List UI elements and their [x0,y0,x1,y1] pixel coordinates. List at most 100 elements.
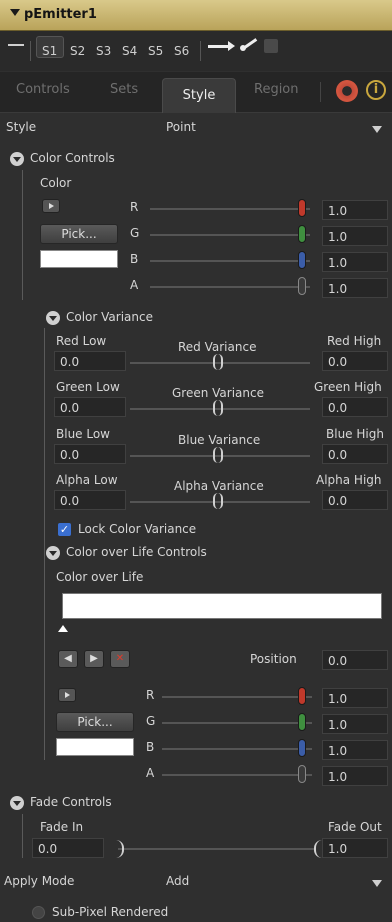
group-line [44,564,45,760]
red-low-input[interactable]: 0.0 [54,351,126,371]
collapse-icon[interactable] [10,796,24,810]
r-value-input[interactable]: 1.0 [322,200,388,220]
alpha-high-input[interactable]: 0.0 [322,490,388,510]
g-slider-knob[interactable] [298,713,306,731]
play-icon[interactable] [58,688,76,702]
green-variance-thumb[interactable] [213,400,223,416]
apply-mode-dropdown[interactable]: Add [166,874,189,888]
set-s3-button[interactable]: S3 [96,44,111,58]
separator [200,41,201,61]
blue-variance-thumb[interactable] [213,447,223,463]
a-value-input[interactable]: 1.0 [322,278,388,298]
fade-controls-header[interactable]: Fade Controls [30,795,112,809]
red-high-input[interactable]: 0.0 [322,351,388,371]
gear-icon[interactable] [336,80,358,102]
a-slider-track[interactable] [150,286,310,288]
a-value-input[interactable]: 1.0 [322,766,388,786]
tool-title: pEmitter1 [24,7,97,22]
tab-style[interactable]: Style [162,78,236,113]
color-over-life-header[interactable]: Color over Life Controls [66,545,207,559]
a-slider-knob[interactable] [298,277,306,295]
g-slider-track[interactable] [162,722,312,724]
green-low-label: Green Low [56,380,120,394]
previous-stop-button[interactable]: ◀ [58,650,78,668]
b-value-input[interactable]: 1.0 [322,740,388,760]
collapse-icon[interactable] [46,546,60,560]
blue-low-label: Blue Low [56,427,110,441]
channel-b-label: B [130,252,139,266]
group-line [22,814,23,858]
b-value-input[interactable]: 1.0 [322,252,388,272]
color-swatch[interactable] [56,738,134,756]
red-high-label: Red High [327,334,382,348]
pin-icon[interactable] [8,44,24,46]
dropdown-arrow-icon[interactable] [372,880,382,887]
position-input[interactable]: 0.0 [322,650,388,670]
a-slider-track[interactable] [162,774,312,776]
fade-in-input[interactable]: 0.0 [32,838,104,858]
green-low-input[interactable]: 0.0 [54,397,126,417]
set-s2-button[interactable]: S2 [70,44,85,58]
save-icon[interactable] [264,39,278,53]
red-variance-thumb[interactable] [213,354,223,370]
delete-stop-icon[interactable]: ✕ [110,650,130,668]
fade-out-input[interactable]: 1.0 [322,838,388,858]
set-s4-button[interactable]: S4 [122,44,137,58]
fade-out-handle[interactable] [314,840,322,858]
channel-b-label: B [146,740,155,754]
r-slider-knob[interactable] [298,199,306,217]
b-slider-track[interactable] [150,260,310,262]
collapse-icon[interactable] [10,152,24,166]
gradient-stop-marker[interactable] [58,625,68,632]
set-s5-button[interactable]: S5 [148,44,163,58]
b-slider-knob[interactable] [298,739,306,757]
r-slider-track[interactable] [150,208,310,210]
alpha-variance-thumb[interactable] [213,493,223,509]
green-high-input[interactable]: 0.0 [322,397,388,417]
channel-g-label: G [146,714,156,728]
dropdown-arrow-icon[interactable] [372,126,382,133]
blue-high-label: Blue High [326,427,384,441]
color-variance-header[interactable]: Color Variance [66,310,153,324]
blue-low-input[interactable]: 0.0 [54,444,126,464]
g-slider-track[interactable] [150,234,310,236]
gradient-bar[interactable] [62,593,382,619]
g-slider-knob[interactable] [298,225,306,243]
g-value-input[interactable]: 1.0 [322,226,388,246]
pick-button[interactable]: Pick... [40,224,118,244]
lock-variance-checkbox[interactable]: ✓ [58,523,71,536]
next-stop-button[interactable]: ▶ [84,650,104,668]
tab-region[interactable]: Region [254,82,299,97]
info-icon[interactable]: i [366,80,386,100]
subpixel-label: Sub-Pixel Rendered [52,905,169,919]
arrow-right-icon[interactable] [208,45,230,48]
b-slider-track[interactable] [162,748,312,750]
r-slider-track[interactable] [162,696,312,698]
group-line [22,170,23,300]
style-dropdown[interactable]: Point [166,120,196,134]
set-s1-button[interactable]: S1 [42,44,57,58]
collapse-triangle-icon[interactable] [10,9,20,16]
subpixel-checkbox[interactable] [32,906,45,919]
blue-high-input[interactable]: 0.0 [322,444,388,464]
tool-header[interactable]: pEmitter1 [0,0,392,31]
color-controls-header[interactable]: Color Controls [30,151,115,165]
tab-sets[interactable]: Sets [110,82,138,97]
a-slider-knob[interactable] [298,765,306,783]
fade-in-handle[interactable] [116,840,124,858]
link-icon-dot [240,45,246,51]
play-icon[interactable] [42,199,60,213]
set-s6-button[interactable]: S6 [174,44,189,58]
tab-controls[interactable]: Controls [16,82,70,97]
sets-toolbar: S1 S2 S3 S4 S5 S6 [0,31,392,71]
fade-range-track[interactable] [118,848,316,850]
collapse-icon[interactable] [46,311,60,325]
b-slider-knob[interactable] [298,251,306,269]
alpha-low-input[interactable]: 0.0 [54,490,126,510]
color-swatch[interactable] [40,250,118,268]
r-slider-knob[interactable] [298,687,306,705]
apply-mode-label: Apply Mode [4,874,75,888]
pick-button[interactable]: Pick... [56,712,134,732]
r-value-input[interactable]: 1.0 [322,688,388,708]
g-value-input[interactable]: 1.0 [322,714,388,734]
